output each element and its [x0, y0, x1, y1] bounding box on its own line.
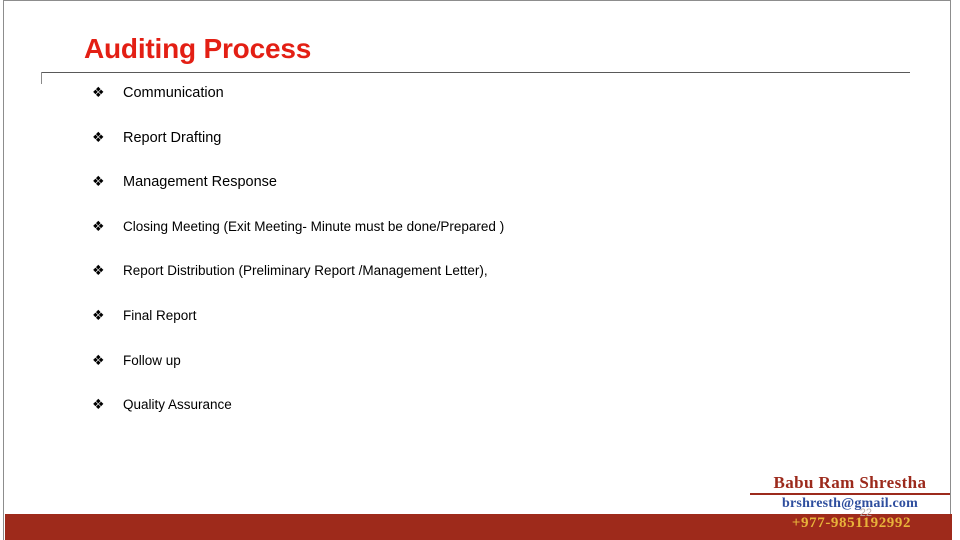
diamond-bullet-icon: ❖ — [92, 397, 105, 414]
diamond-bullet-icon: ❖ — [92, 263, 105, 280]
list-item: ❖ Communication — [92, 84, 922, 129]
diamond-bullet-icon: ❖ — [92, 174, 105, 191]
list-item: ❖ Quality Assurance — [92, 396, 922, 441]
page-border-left — [3, 0, 4, 540]
list-item: ❖ Final Report — [92, 307, 922, 352]
bullet-list: ❖ Communication ❖ Report Drafting ❖ Mana… — [92, 84, 922, 441]
list-item-label: Report Drafting — [123, 129, 222, 146]
list-item-label: Report Distribution (Preliminary Report … — [123, 263, 488, 279]
list-item-label: Quality Assurance — [123, 397, 232, 413]
content-divider-rule — [41, 72, 910, 73]
list-item-label: Follow up — [123, 352, 181, 368]
diamond-bullet-icon: ❖ — [92, 129, 105, 146]
list-item-label: Final Report — [123, 307, 197, 323]
diamond-bullet-icon: ❖ — [92, 307, 105, 324]
signature-email: brshresth@gmail.com — [782, 495, 918, 511]
list-item: ❖ Report Drafting — [92, 129, 922, 174]
list-item-label: Closing Meeting (Exit Meeting- Minute mu… — [123, 218, 505, 234]
signature-phone: +977-9851192992 — [791, 515, 912, 531]
diamond-bullet-icon: ❖ — [92, 85, 105, 101]
content-frame-left-tick — [41, 72, 42, 84]
list-item-label: Management Response — [123, 174, 277, 191]
list-item: ❖ Closing Meeting (Exit Meeting- Minute … — [92, 218, 922, 263]
page-border-top — [3, 0, 951, 1]
list-item: ❖ Management Response — [92, 173, 922, 218]
page-border-right — [950, 0, 951, 540]
slide-canvas: Auditing Process ❖ Communication ❖ Repor… — [0, 0, 960, 540]
diamond-bullet-icon: ❖ — [92, 218, 105, 235]
page-title: Auditing Process — [84, 33, 312, 64]
signature-name: Babu Ram Shrestha — [750, 474, 950, 495]
list-item-label: Communication — [123, 85, 224, 101]
diamond-bullet-icon: ❖ — [92, 352, 105, 369]
signature-block: Babu Ram Shrestha brshresth@gmail.com — [750, 474, 950, 511]
list-item: ❖ Report Distribution (Preliminary Repor… — [92, 262, 922, 307]
list-item: ❖ Follow up — [92, 352, 922, 397]
